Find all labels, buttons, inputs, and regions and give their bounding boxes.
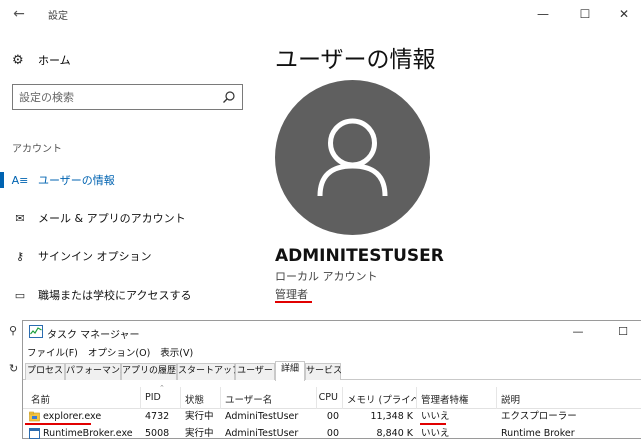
account-type: ローカル アカウント	[275, 270, 378, 283]
cell-cpu: 00	[326, 428, 339, 439]
cell-status: 実行中	[185, 411, 214, 422]
tab-processes[interactable]: プロセス	[25, 363, 65, 380]
home-label: ホーム	[38, 54, 71, 67]
col-pid[interactable]: PID	[141, 387, 181, 409]
menu-view[interactable]: 表示(V)	[160, 345, 193, 359]
mail-icon: ✉	[15, 211, 25, 225]
task-manager-icon	[29, 325, 43, 338]
col-cpu[interactable]: CPU	[317, 387, 343, 409]
cell-name: explorer.exe	[43, 411, 102, 422]
cell-elevated: いいえ	[421, 411, 450, 422]
menu-options[interactable]: オプション(O)	[88, 345, 150, 359]
minimize-button[interactable]: —	[526, 3, 560, 25]
settings-search-box	[12, 84, 243, 110]
tab-users[interactable]: ユーザー	[235, 363, 275, 380]
name-highlight-underline	[25, 423, 91, 425]
menu-file[interactable]: ファイル(F)	[27, 345, 78, 359]
col-description[interactable]: 説明	[497, 387, 641, 409]
gear-icon: ⚙	[12, 52, 24, 68]
back-button[interactable]: ←	[8, 4, 30, 24]
col-status[interactable]: 状態	[181, 387, 221, 409]
account-role: 管理者	[275, 288, 308, 301]
partial-icon: ↻	[9, 362, 19, 375]
nav-item-user-info[interactable]: A≡ ユーザーの情報	[0, 169, 260, 191]
table-row[interactable]: RuntimeBroker.exe 5008 実行中 AdminiTestUse…	[23, 426, 641, 439]
cell-username: AdminiTestUser	[225, 428, 299, 439]
cell-pid: 4732	[145, 411, 170, 422]
nav-item-label: ユーザーの情報	[38, 174, 115, 187]
cell-description: Runtime Broker	[501, 428, 575, 439]
tm-column-header: 名前 PID 状態 ユーザー名 CPU メモリ (プライベ... 管理者特権 説…	[23, 387, 641, 409]
cell-description: エクスプローラー	[501, 411, 577, 422]
avatar[interactable]	[275, 80, 430, 235]
nav-item-label: メール & アプリのアカウント	[38, 212, 186, 225]
cell-memory: 8,840 K	[376, 428, 413, 439]
nav-item-sign-in-options[interactable]: ⚷ サインイン オプション	[0, 245, 260, 267]
task-manager-title: タスク マネージャー	[47, 330, 140, 341]
nav-item-label: 職場または学校にアクセスする	[38, 289, 192, 302]
col-memory[interactable]: メモリ (プライベ...	[343, 387, 417, 409]
col-username[interactable]: ユーザー名	[221, 387, 317, 409]
cell-status: 実行中	[185, 428, 214, 439]
user-info-icon: A≡	[11, 173, 29, 187]
cell-elevated: いいえ	[421, 428, 450, 439]
tab-app-history[interactable]: アプリの履歴	[121, 363, 177, 380]
tm-menubar: ファイル(F) オプション(O) 表示(V)	[23, 343, 641, 361]
user-silhouette-icon	[317, 118, 388, 197]
key-icon: ⚷	[15, 249, 25, 263]
search-input[interactable]	[19, 89, 214, 105]
col-elevated[interactable]: 管理者特権	[417, 387, 497, 409]
cell-username: AdminiTestUser	[225, 411, 299, 422]
home-nav-item[interactable]: ⚙ ホーム	[12, 50, 71, 70]
col-name[interactable]: 名前	[27, 387, 141, 409]
task-manager-titlebar: タスク マネージャー — ☐	[23, 321, 641, 343]
table-row[interactable]: explorer.exe 4732 実行中 AdminiTestUser 00 …	[23, 409, 641, 424]
task-manager-window: タスク マネージャー — ☐ ファイル(F) オプション(O) 表示(V) プロ…	[22, 320, 641, 439]
user-name: ADMINITESTUSER	[275, 246, 444, 266]
nav-item-email-accounts[interactable]: ✉ メール & アプリのアカウント	[0, 207, 260, 229]
cell-memory: 11,348 K	[370, 411, 414, 422]
partial-icon: ⚲	[9, 324, 18, 337]
page-title: ユーザーの情報	[275, 47, 436, 73]
elevated-highlight-underline	[420, 423, 446, 425]
cell-cpu: 00	[326, 411, 339, 422]
tm-tab-strip: プロセス パフォーマンス アプリの履歴 スタートアップ ユーザー 詳細 サービス	[23, 361, 641, 381]
tab-performance[interactable]: パフォーマンス	[65, 363, 129, 380]
tm-minimize-button[interactable]: —	[563, 322, 593, 342]
tm-maximize-button[interactable]: ☐	[608, 322, 638, 342]
tab-services[interactable]: サービス	[305, 363, 342, 380]
role-highlight-underline	[275, 301, 312, 303]
search-icon[interactable]	[222, 90, 236, 104]
tab-startup[interactable]: スタートアップ	[177, 363, 241, 380]
settings-titlebar: ← 設定 — ☐ ✕	[0, 0, 641, 30]
close-button[interactable]: ✕	[607, 3, 641, 25]
nav-item-label: サインイン オプション	[38, 250, 152, 263]
accounts-section-heading: アカウント	[12, 144, 62, 155]
nav-item-work-school[interactable]: ▭ 職場または学校にアクセスする	[0, 284, 260, 306]
cell-pid: 5008	[145, 428, 170, 439]
maximize-button[interactable]: ☐	[568, 3, 602, 25]
settings-app-title: 設定	[48, 11, 68, 22]
cell-name: RuntimeBroker.exe	[43, 428, 133, 439]
briefcase-icon: ▭	[14, 288, 26, 302]
tab-details[interactable]: 詳細	[275, 361, 305, 381]
